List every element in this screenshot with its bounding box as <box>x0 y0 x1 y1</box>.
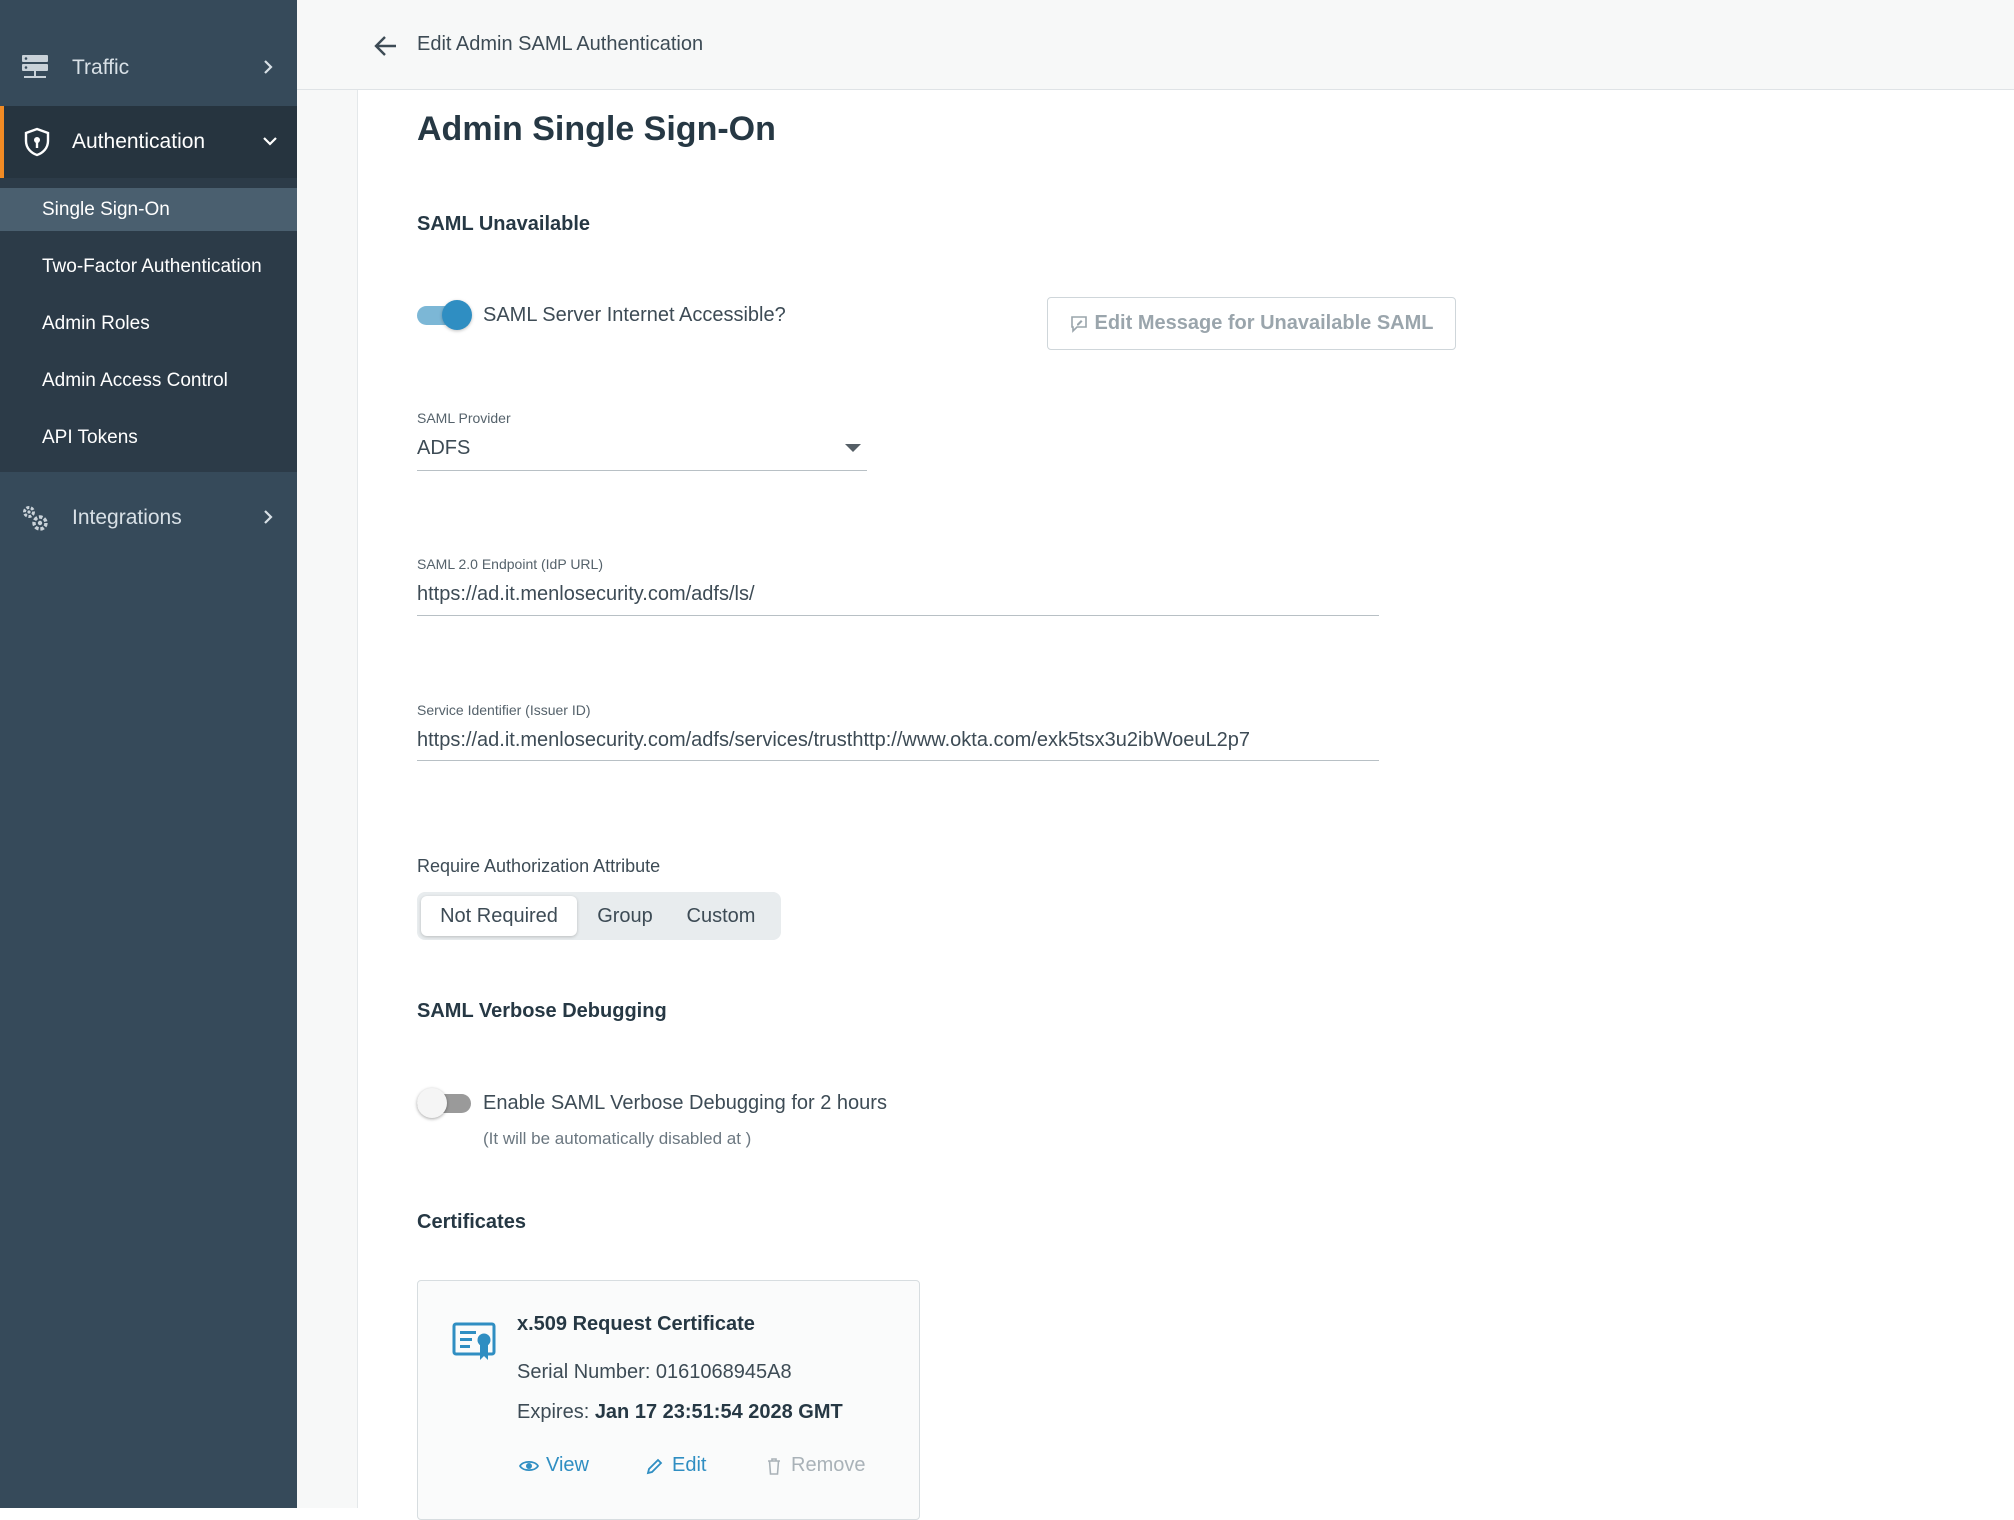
option-not-required[interactable]: Not Required <box>421 896 577 936</box>
certificate-expires-label: Expires: <box>517 1401 595 1423</box>
shield-icon <box>21 126 53 158</box>
authentication-submenu: Single Sign-On Two-Factor Authentication… <box>0 178 297 472</box>
endpoint-label: SAML 2.0 Endpoint (IdP URL) <box>417 556 603 572</box>
saml-internet-accessible-toggle[interactable] <box>417 299 473 331</box>
sidebar: Traffic Authentication Single Sign-On Tw… <box>0 0 297 1508</box>
trash-icon <box>768 1457 780 1475</box>
section-heading-saml-unavailable: SAML Unavailable <box>417 213 591 235</box>
saml-provider-select[interactable]: ADFS <box>417 437 470 460</box>
content-gutter <box>297 90 358 1508</box>
pencil-icon <box>646 1458 663 1474</box>
page-title: Admin Single Sign-On <box>417 110 776 148</box>
page-header-title: Edit Admin SAML Authentication <box>417 33 704 55</box>
edit-message-button-label: Edit Message for Unavailable SAML <box>1094 312 1434 334</box>
edit-certificate-button[interactable]: Edit <box>645 1454 706 1477</box>
chevron-down-icon[interactable] <box>845 444 861 452</box>
sidebar-item-admin-access-control[interactable]: Admin Access Control <box>0 359 297 402</box>
saml-provider-underline <box>417 470 867 471</box>
endpoint-input[interactable]: https://ad.it.menlosecurity.com/adfs/ls/ <box>417 583 755 606</box>
authorization-attribute-label: Require Authorization Attribute <box>417 856 661 876</box>
chevron-down-icon <box>260 131 280 151</box>
message-edit-icon <box>1070 315 1087 333</box>
toggle-knob <box>442 300 472 330</box>
verbose-debugging-toggle[interactable] <box>417 1087 473 1119</box>
eye-icon <box>519 1460 539 1471</box>
sidebar-item-single-sign-on[interactable]: Single Sign-On <box>0 188 297 231</box>
sidebar-item-two-factor-authentication[interactable]: Two-Factor Authentication <box>0 245 297 288</box>
gears-icon <box>19 502 51 534</box>
view-label: View <box>546 1454 589 1476</box>
sidebar-item-label: Authentication <box>72 130 206 153</box>
sidebar-item-authentication[interactable]: Authentication <box>0 106 297 178</box>
section-heading-verbose-debugging: SAML Verbose Debugging <box>417 1000 667 1022</box>
service-identifier-label: Service Identifier (Issuer ID) <box>417 702 591 718</box>
certificate-title: x.509 Request Certificate <box>517 1313 755 1335</box>
certificate-expires: Expires: Jan 17 23:51:54 2028 GMT <box>517 1401 843 1424</box>
back-arrow-icon[interactable] <box>372 33 400 59</box>
verbose-debugging-label: Enable SAML Verbose Debugging for 2 hour… <box>483 1092 887 1114</box>
edit-message-unavailable-saml-button[interactable]: Edit Message for Unavailable SAML <box>1047 297 1456 350</box>
saml-provider-label: SAML Provider <box>417 410 511 426</box>
sidebar-item-label: Integrations <box>72 506 182 529</box>
option-group[interactable]: Group <box>581 896 669 936</box>
service-identifier-input[interactable]: https://ad.it.menlosecurity.com/adfs/ser… <box>417 729 1250 752</box>
certificate-serial: Serial Number: 0161068945A8 <box>517 1361 792 1383</box>
option-custom[interactable]: Custom <box>671 896 771 936</box>
chevron-right-icon <box>258 507 278 527</box>
view-certificate-button[interactable]: View <box>519 1454 589 1477</box>
sidebar-item-integrations[interactable]: Integrations <box>0 482 297 554</box>
service-identifier-underline <box>417 760 1379 761</box>
saml-internet-accessible-label: SAML Server Internet Accessible? <box>483 304 786 326</box>
certificate-icon <box>451 1318 499 1366</box>
sidebar-item-api-tokens[interactable]: API Tokens <box>0 416 297 459</box>
verbose-debugging-hint: (It will be automatically disabled at ) <box>483 1129 752 1148</box>
toggle-knob <box>417 1088 447 1118</box>
edit-label: Edit <box>672 1454 707 1476</box>
chevron-right-icon <box>258 57 278 77</box>
sidebar-item-label: Traffic <box>72 56 130 79</box>
section-heading-certificates: Certificates <box>417 1211 526 1233</box>
endpoint-underline <box>417 615 1379 616</box>
remove-label: Remove <box>791 1454 866 1476</box>
server-icon <box>19 52 51 84</box>
remove-certificate-button[interactable]: Remove <box>764 1454 865 1477</box>
authorization-attribute-selector: Not Required Group Custom <box>417 892 781 940</box>
certificate-expires-value: Jan 17 23:51:54 2028 GMT <box>594 1401 843 1423</box>
sidebar-item-admin-roles[interactable]: Admin Roles <box>0 302 297 345</box>
sidebar-item-traffic[interactable]: Traffic <box>0 32 297 104</box>
